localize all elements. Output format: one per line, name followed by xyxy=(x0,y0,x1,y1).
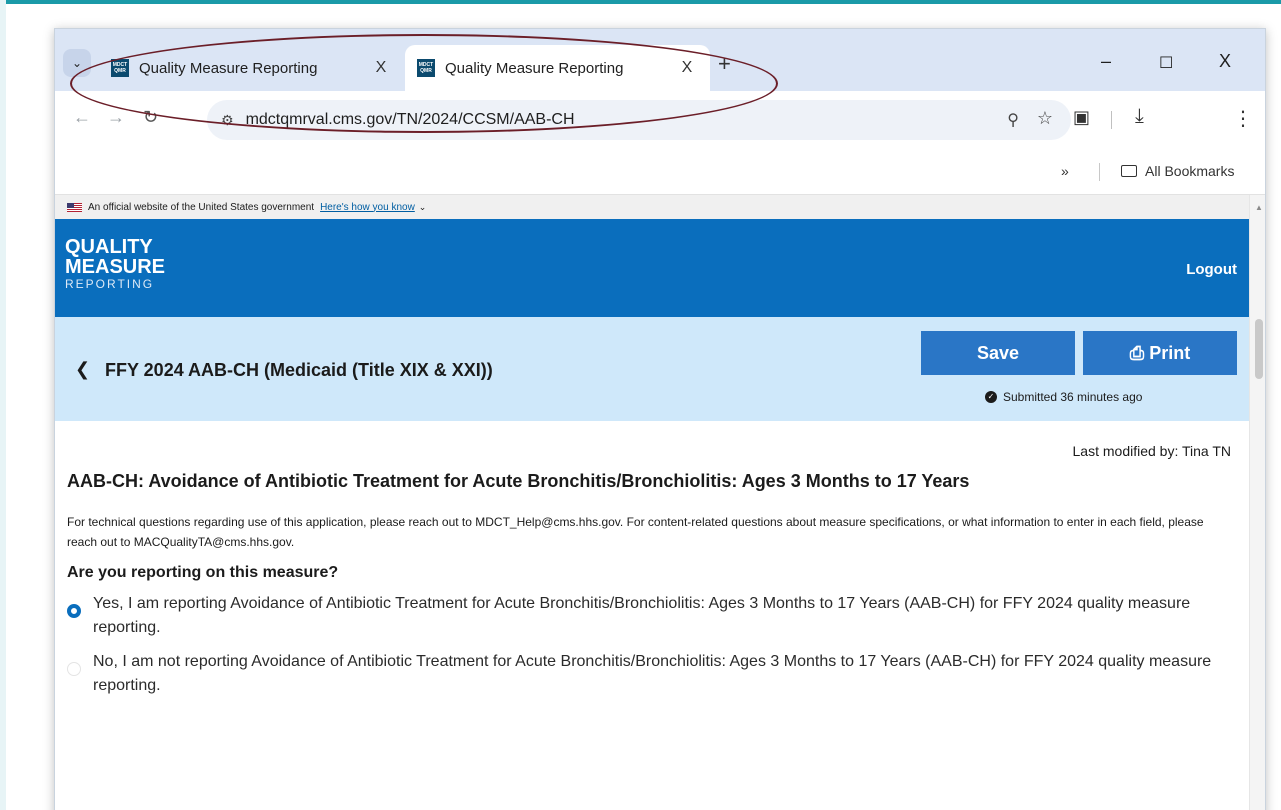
option-no-label[interactable]: No, I am not reporting Avoidance of Anti… xyxy=(93,650,1231,698)
help-text: For technical questions regarding use of… xyxy=(67,515,1204,549)
submitted-status: ✓ Submitted 36 minutes ago xyxy=(985,390,1142,404)
minimize-button[interactable]: – xyxy=(1101,51,1111,72)
print-button[interactable]: ⎙ Print xyxy=(1083,331,1237,375)
gov-banner: An official website of the United States… xyxy=(55,195,1249,219)
bookmarks-bar: » All Bookmarks xyxy=(55,149,1265,195)
radio-no[interactable] xyxy=(67,662,81,676)
print-label: Print xyxy=(1149,343,1191,363)
download-icon[interactable]: ⤓ xyxy=(1135,105,1144,128)
forward-icon[interactable]: → xyxy=(107,107,125,128)
zoom-icon[interactable]: ⚲ xyxy=(1007,110,1019,130)
reporting-question: Are you reporting on this measure? xyxy=(67,564,339,581)
save-button[interactable]: Save xyxy=(921,331,1075,375)
chevron-down-icon[interactable]: ⌄ xyxy=(419,202,427,213)
page-title: FFY 2024 AAB-CH (Medicaid (Title XIX & X… xyxy=(105,360,493,380)
page-scrollbar[interactable]: ▲ xyxy=(1249,195,1265,810)
all-bookmarks-button[interactable]: All Bookmarks xyxy=(1145,163,1234,179)
check-circle-icon: ✓ xyxy=(985,391,997,403)
site-header: QUALITY MEASURE REPORTING Logout xyxy=(55,219,1249,317)
radio-yes[interactable] xyxy=(67,604,81,618)
scroll-thumb[interactable] xyxy=(1255,319,1263,379)
option-yes-reporting[interactable]: Yes, I am reporting Avoidance of Antibio… xyxy=(67,592,1231,640)
option-yes-label[interactable]: Yes, I am reporting Avoidance of Antibio… xyxy=(93,592,1231,640)
extensions-icon[interactable]: ▣ xyxy=(1073,107,1090,128)
page-viewport: An official website of the United States… xyxy=(55,195,1249,810)
print-icon: ⎙ xyxy=(1129,343,1145,363)
measure-subheader: ❮ FFY 2024 AAB-CH (Medicaid (Title XIX &… xyxy=(55,317,1249,421)
option-no-reporting[interactable]: No, I am not reporting Avoidance of Anti… xyxy=(67,650,1231,698)
logout-link[interactable]: Logout xyxy=(1186,261,1237,278)
scroll-up-icon[interactable]: ▲ xyxy=(1255,203,1263,212)
save-label: Save xyxy=(976,343,1020,363)
bookmarks-divider xyxy=(1099,163,1100,181)
back-icon[interactable]: ← xyxy=(73,107,91,128)
chevron-left-icon[interactable]: ❮ xyxy=(75,359,90,380)
logo-line-3: REPORTING xyxy=(65,277,155,291)
toolbar-divider xyxy=(1111,111,1112,129)
browser-window: ⌄ MDCT QMR Quality Measure Reporting X M… xyxy=(54,28,1266,810)
measure-content: Last modified by: Tina TN AAB-CH: Avoida… xyxy=(55,443,1249,698)
star-icon[interactable]: ☆ xyxy=(1037,108,1053,129)
outer-left-strip xyxy=(0,0,6,810)
submitted-text: Submitted 36 minutes ago xyxy=(1003,390,1143,404)
last-modified: Last modified by: Tina TN xyxy=(1072,443,1231,459)
qmr-logo[interactable]: QUALITY MEASURE REPORTING xyxy=(65,237,165,291)
menu-icon[interactable]: ⋮ xyxy=(1233,106,1253,131)
flag-icon xyxy=(67,202,82,212)
window-close-button[interactable]: X xyxy=(1219,51,1231,72)
outer-top-strip xyxy=(0,0,1281,4)
annotation-ellipse xyxy=(70,34,778,133)
maximize-button[interactable]: ☐ xyxy=(1159,53,1173,73)
logo-line-1: QUALITY xyxy=(65,236,153,258)
logo-line-2: MEASURE xyxy=(65,256,166,278)
measure-title: AAB-CH: Avoidance of Antibiotic Treatmen… xyxy=(67,471,970,491)
bookmarks-overflow-button[interactable]: » xyxy=(1061,163,1069,179)
gov-banner-text: An official website of the United States… xyxy=(88,201,315,213)
gov-banner-link[interactable]: Here's how you know xyxy=(320,202,415,213)
folder-icon xyxy=(1121,165,1137,177)
